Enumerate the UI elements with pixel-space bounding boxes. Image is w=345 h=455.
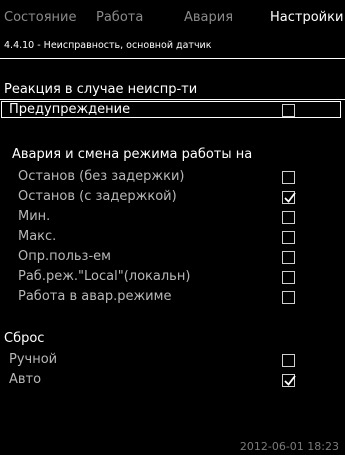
tab-status[interactable]: Состояние — [4, 10, 76, 25]
option-auto-checkbox[interactable] — [282, 374, 296, 387]
reset-heading: Сброс — [4, 331, 45, 346]
option-manual-checkbox[interactable] — [282, 354, 295, 367]
option-user-defined-label: Опр.польз-ем — [18, 249, 111, 264]
option-stop-no-delay-checkbox[interactable] — [282, 171, 295, 184]
option-stop-delay-checkbox[interactable] — [282, 191, 296, 204]
header-divider — [0, 58, 345, 59]
option-stop-delay-label: Останов (с задержкой) — [18, 189, 177, 204]
reaction-divider — [0, 99, 345, 100]
tab-operation[interactable]: Работа — [96, 10, 143, 25]
check-icon — [284, 375, 296, 386]
reaction-heading: Реакция в случае неиспр-ти — [4, 82, 198, 97]
tab-alarm[interactable]: Авария — [184, 10, 233, 25]
check-icon — [284, 192, 296, 203]
option-emergency-run-checkbox[interactable] — [282, 291, 295, 304]
option-user-defined-checkbox[interactable] — [282, 251, 295, 264]
option-emergency-run-label: Работа в авар.режиме — [18, 289, 172, 304]
option-manual-label: Ручной — [9, 352, 58, 367]
option-warning-checkbox[interactable] — [282, 104, 295, 117]
tab-settings[interactable]: Настройки — [270, 10, 343, 25]
tab-bar: Состояние Работа Авария Настройки — [4, 10, 345, 28]
option-min-checkbox[interactable] — [282, 211, 295, 224]
alarm-heading: Авария и смена режима работы на — [12, 147, 253, 162]
option-max-checkbox[interactable] — [282, 231, 295, 244]
option-min-label: Мин. — [18, 209, 51, 224]
option-max-label: Макс. — [18, 229, 57, 244]
option-local-mode-label: Раб.реж."Local"(локальн) — [18, 269, 191, 284]
option-warning-label: Предупреждение — [9, 102, 131, 117]
datetime-display: 2012-06-01 18:23 — [239, 440, 339, 453]
option-stop-no-delay-label: Останов (без задержки) — [18, 169, 185, 184]
option-auto-label: Авто — [9, 372, 42, 387]
option-local-mode-checkbox[interactable] — [282, 271, 295, 284]
page-title: 4.4.10 - Неисправность, основной датчик — [4, 40, 212, 51]
